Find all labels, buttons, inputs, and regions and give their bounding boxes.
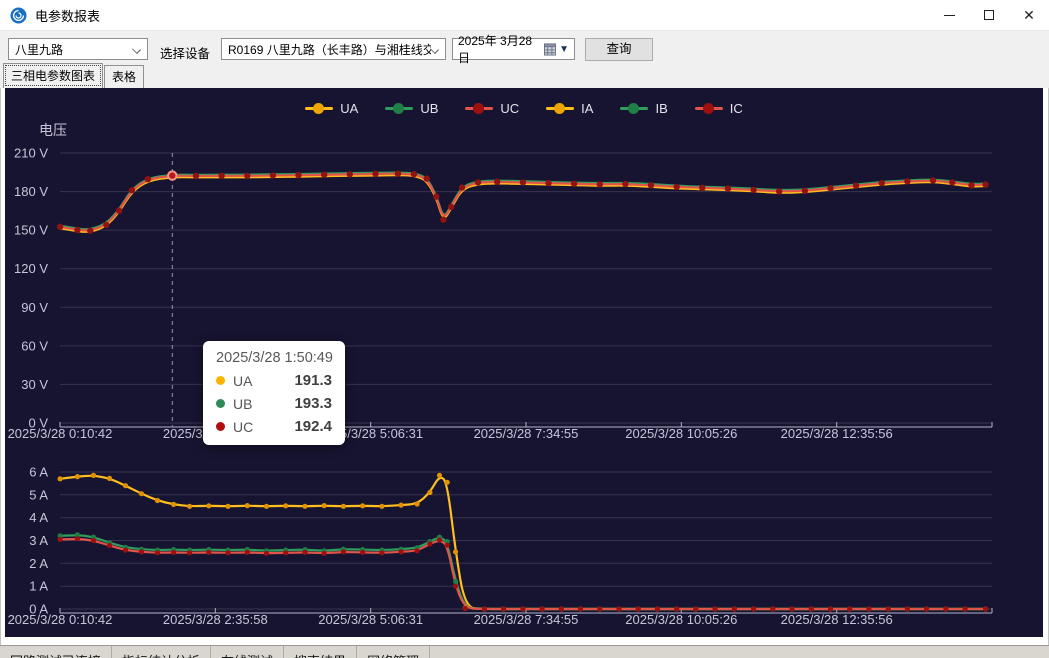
tooltip-timestamp: 2025/3/28 1:50:49 xyxy=(216,350,332,366)
svg-text:30 V: 30 V xyxy=(21,377,48,392)
svg-text:5 A: 5 A xyxy=(29,487,48,502)
chevron-down-icon xyxy=(431,45,439,53)
voltage-chart[interactable]: 电压210 V180 V150 V120 V90 V60 V30 V0 V202… xyxy=(5,88,1043,450)
tab-table[interactable]: 表格 xyxy=(104,65,144,88)
svg-text:1 A: 1 A xyxy=(29,579,48,594)
legend-label: IA xyxy=(581,101,593,116)
legend-label: IC xyxy=(730,101,743,116)
svg-text:120 V: 120 V xyxy=(14,261,48,276)
svg-text:2025/3/28 0:10:42: 2025/3/28 0:10:42 xyxy=(8,426,113,441)
legend-marker-icon xyxy=(465,103,493,114)
window-title: 电参数报表 xyxy=(35,6,100,25)
tooltip-row: UB 193.3 xyxy=(216,395,332,412)
close-icon: ✕ xyxy=(1023,8,1035,22)
tooltip-series-value: 193.3 xyxy=(294,395,332,412)
device-combobox-value: R0169 八里九路（长丰路）与湘桂线交 xyxy=(228,41,431,58)
maximize-button[interactable] xyxy=(969,0,1009,30)
legend-marker-icon xyxy=(546,103,574,114)
svg-text:2 A: 2 A xyxy=(29,556,48,571)
status-bar-item[interactable]: 在线测试 xyxy=(211,646,284,658)
status-bar-item[interactable]: 搜索结果 xyxy=(284,646,357,658)
tooltip-row: UC 192.4 xyxy=(216,418,332,435)
svg-text:180 V: 180 V xyxy=(14,184,48,199)
status-bar-item[interactable]: 回路测试已连接 xyxy=(0,646,112,658)
svg-text:2025/3/28 7:34:55: 2025/3/28 7:34:55 xyxy=(474,426,579,441)
legend-item-IC[interactable]: IC xyxy=(695,101,743,116)
calendar-icon xyxy=(544,43,556,56)
legend-marker-icon xyxy=(620,103,648,114)
title-bar: 电参数报表 ✕ xyxy=(0,0,1049,30)
maximize-icon xyxy=(984,10,994,20)
tooltip-series-value: 191.3 xyxy=(294,372,332,389)
svg-text:2025/3/28 0:10:42: 2025/3/28 0:10:42 xyxy=(8,612,113,627)
series-dot-icon xyxy=(216,399,225,408)
legend-item-UB[interactable]: UB xyxy=(385,101,438,116)
device-label: 选择设备 xyxy=(160,43,210,62)
tooltip-series-label: UC xyxy=(233,419,253,435)
date-picker[interactable]: 2025年 3月28日 ▼ xyxy=(452,38,575,60)
svg-text:2025/3/28 12:35:56: 2025/3/28 12:35:56 xyxy=(781,426,893,441)
svg-text:2025/3/28 12:35:56: 2025/3/28 12:35:56 xyxy=(781,612,893,627)
minimize-button[interactable] xyxy=(929,0,969,30)
svg-text:电压: 电压 xyxy=(39,122,67,138)
legend-item-UC[interactable]: UC xyxy=(465,101,519,116)
area-combobox-value: 八里九路 xyxy=(15,41,63,58)
legend-item-IA[interactable]: IA xyxy=(546,101,593,116)
svg-text:2025/3/28 10:05:26: 2025/3/28 10:05:26 xyxy=(625,612,737,627)
tab-three-phase-chart[interactable]: 三相电参数图表 xyxy=(3,63,103,88)
svg-text:3 A: 3 A xyxy=(29,533,48,548)
close-button[interactable]: ✕ xyxy=(1009,0,1049,30)
series-dot-icon xyxy=(216,422,225,431)
status-bar-item[interactable]: 网络管理 xyxy=(357,646,430,658)
svg-text:2025/3/28 5:06:31: 2025/3/28 5:06:31 xyxy=(318,612,423,627)
legend-label: UB xyxy=(420,101,438,116)
status-bar: 回路测试已连接指标统计分析在线测试搜索结果网络管理 xyxy=(0,645,1049,658)
legend-marker-icon xyxy=(305,103,333,114)
tooltip-series-label: UA xyxy=(233,373,252,389)
svg-text:2025/3/28 2:35:58: 2025/3/28 2:35:58 xyxy=(163,612,268,627)
dropdown-arrow-icon: ▼ xyxy=(559,44,569,55)
svg-text:210 V: 210 V xyxy=(14,146,48,161)
tooltip-series-value: 192.4 xyxy=(294,418,332,435)
date-picker-value: 2025年 3月28日 xyxy=(458,32,538,66)
query-button[interactable]: 查询 xyxy=(585,38,653,61)
svg-text:90 V: 90 V xyxy=(21,300,48,315)
minimize-icon xyxy=(944,15,955,16)
legend-item-UA[interactable]: UA xyxy=(305,101,358,116)
legend-marker-icon xyxy=(695,103,723,114)
legend-marker-icon xyxy=(385,103,413,114)
query-toolbar: 八里九路 选择设备 R0169 八里九路（长丰路）与湘桂线交 2025年 3月2… xyxy=(0,30,1049,66)
svg-text:150 V: 150 V xyxy=(14,223,48,238)
legend-label: IB xyxy=(655,101,667,116)
app-window: { "window": { "title": "电参数报表" }, "toolb… xyxy=(0,0,1049,658)
svg-text:2025/3/28 10:05:26: 2025/3/28 10:05:26 xyxy=(625,426,737,441)
chart-tooltip: 2025/3/28 1:50:49 UA 191.3 UB 193.3 UC 1… xyxy=(203,341,345,445)
status-bar-item[interactable]: 指标统计分析 xyxy=(112,646,211,658)
chart-panel: UA UB UC IA IB IC 电压 210 V 180 V 150 V 120 V… xyxy=(5,88,1043,637)
current-chart[interactable]: 6 A5 A4 A3 A2 A1 A0 A2025/3/28 0:10:4220… xyxy=(5,450,1043,637)
svg-text:2025/3/28 7:34:55: 2025/3/28 7:34:55 xyxy=(474,612,579,627)
area-combobox[interactable]: 八里九路 xyxy=(8,38,148,60)
tooltip-row: UA 191.3 xyxy=(216,372,332,389)
svg-text:4 A: 4 A xyxy=(29,510,48,525)
series-dot-icon xyxy=(216,376,225,385)
legend-item-IB[interactable]: IB xyxy=(620,101,667,116)
app-icon xyxy=(10,7,27,24)
legend-label: UC xyxy=(500,101,519,116)
tooltip-series-label: UB xyxy=(233,396,252,412)
chart-legend: UA UB UC IA IB IC xyxy=(5,101,1043,116)
svg-text:6 A: 6 A xyxy=(29,465,48,480)
legend-label: UA xyxy=(340,101,358,116)
chevron-down-icon xyxy=(133,45,141,53)
device-combobox[interactable]: R0169 八里九路（长丰路）与湘桂线交 xyxy=(221,38,446,60)
tab-strip: 三相电参数图表 表格 xyxy=(0,66,1049,88)
svg-text:60 V: 60 V xyxy=(21,338,48,353)
